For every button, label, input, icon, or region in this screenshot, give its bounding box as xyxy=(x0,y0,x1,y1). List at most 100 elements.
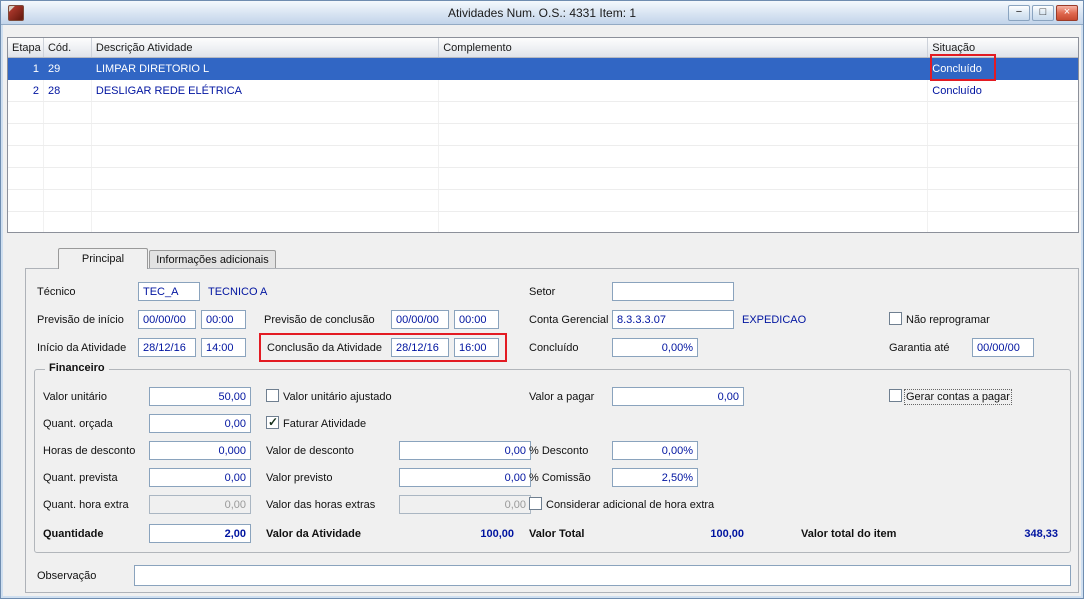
quant-orcada-field[interactable]: 0,00 xyxy=(149,414,251,433)
table-row[interactable]: 2 28 DESLIGAR REDE ELÉTRICA Concluído xyxy=(8,80,1078,102)
quant-orcada-label: Quant. orçada xyxy=(43,418,113,430)
quant-hora-extra-label: Quant. hora extra xyxy=(43,499,129,511)
valor-total-label: Valor Total xyxy=(529,528,585,540)
nao-reprogramar-label: Não reprogramar xyxy=(906,314,990,326)
valor-previsto-label: Valor previsto xyxy=(266,472,333,484)
cell-descricao: DESLIGAR REDE ELÉTRICA xyxy=(92,80,440,101)
table-row-empty[interactable] xyxy=(8,124,1078,146)
setor-label: Setor xyxy=(529,286,556,298)
cell-descricao: LIMPAR DIRETORIO L xyxy=(95,63,210,75)
cell-complemento xyxy=(439,80,929,101)
title-bar[interactable]: Atividades Num. O.S.: 4331 Item: 1 − □ × xyxy=(1,1,1083,25)
quantidade-field[interactable]: 2,00 xyxy=(149,524,251,543)
conta-gerencial-description: EXPEDICAO xyxy=(742,314,807,326)
cell-situacao: Concluído xyxy=(932,85,982,97)
tecnico-field[interactable]: TEC_A xyxy=(138,282,200,301)
previsao-inicio-time-field[interactable]: 00:00 xyxy=(201,310,246,329)
gerar-contas-a-pagar-label: Gerar contas a pagar xyxy=(904,389,1012,405)
garantia-ate-label: Garantia até xyxy=(889,342,950,354)
conclusao-atividade-label: Conclusão da Atividade xyxy=(267,342,382,354)
quant-prevista-field[interactable]: 0,00 xyxy=(149,468,251,487)
previsao-conclusao-date-field[interactable]: 00/00/00 xyxy=(391,310,449,329)
pct-desconto-field[interactable]: 0,00% xyxy=(612,441,698,460)
tecnico-description: TECNICO A xyxy=(208,286,268,298)
valor-desconto-label: Valor de desconto xyxy=(266,445,354,457)
previsao-inicio-date-field[interactable]: 00/00/00 xyxy=(138,310,196,329)
table-row-empty[interactable] xyxy=(8,146,1078,168)
minimize-button[interactable]: − xyxy=(1008,5,1030,21)
nao-reprogramar-checkbox[interactable] xyxy=(889,312,902,325)
gerar-contas-a-pagar-checkbox[interactable] xyxy=(889,389,902,402)
column-header-cod[interactable]: Cód. xyxy=(44,38,92,57)
table-row-empty[interactable] xyxy=(8,190,1078,212)
quant-prevista-label: Quant. prevista xyxy=(43,472,118,484)
column-header-complemento[interactable]: Complemento xyxy=(439,38,929,57)
valor-horas-extras-field: 0,00 xyxy=(399,495,531,514)
valor-a-pagar-label: Valor a pagar xyxy=(529,391,595,403)
valor-unitario-ajustado-checkbox[interactable] xyxy=(266,389,279,402)
previsao-inicio-label: Previsão de início xyxy=(37,314,124,326)
concluido-label: Concluído xyxy=(529,342,579,354)
cell-etapa: 1 xyxy=(32,63,39,75)
valor-da-atividade-label: Valor da Atividade xyxy=(266,528,361,540)
garantia-ate-field[interactable]: 00/00/00 xyxy=(972,338,1034,357)
setor-field[interactable] xyxy=(612,282,734,301)
faturar-atividade-label: Faturar Atividade xyxy=(283,418,367,430)
valor-a-pagar-field[interactable]: 0,00 xyxy=(612,387,744,406)
considerar-adicional-label: Considerar adicional de hora extra xyxy=(546,499,715,511)
column-header-situacao[interactable]: Situação xyxy=(928,38,1078,57)
horas-desconto-field[interactable]: 0,000 xyxy=(149,441,251,460)
tecnico-label: Técnico xyxy=(37,286,76,298)
valor-horas-extras-label: Valor das horas extras xyxy=(266,499,376,511)
considerar-adicional-checkbox[interactable] xyxy=(529,497,542,510)
window-controls: − □ × xyxy=(1008,5,1078,21)
observacao-label: Observação xyxy=(37,570,97,582)
cell-cod: 29 xyxy=(47,63,61,75)
table-row-empty[interactable] xyxy=(8,102,1078,124)
table-row-empty[interactable] xyxy=(8,212,1078,232)
valor-da-atividade-value: 100,00 xyxy=(480,528,514,540)
grid-header: Etapa Cód. Descrição Atividade Complemen… xyxy=(8,38,1078,58)
previsao-conclusao-label: Previsão de conclusão xyxy=(264,314,375,326)
close-button[interactable]: × xyxy=(1056,5,1078,21)
financeiro-legend: Financeiro xyxy=(45,362,109,374)
cell-situacao: Concluído xyxy=(932,63,982,75)
pct-desconto-label: % Desconto xyxy=(529,445,589,457)
concluido-field[interactable]: 0,00% xyxy=(612,338,698,357)
maximize-button[interactable]: □ xyxy=(1032,5,1054,21)
cell-etapa: 2 xyxy=(8,80,44,101)
horas-desconto-label: Horas de desconto xyxy=(43,445,136,457)
table-row-empty[interactable] xyxy=(8,168,1078,190)
valor-total-do-item-label: Valor total do item xyxy=(801,528,897,540)
window-title: Atividades Num. O.S.: 4331 Item: 1 xyxy=(447,6,637,20)
conta-gerencial-field[interactable]: 8.3.3.3.07 xyxy=(612,310,734,329)
pct-comissao-label: % Comissão xyxy=(529,472,591,484)
column-header-descricao[interactable]: Descrição Atividade xyxy=(92,38,440,57)
quantidade-label: Quantidade xyxy=(43,528,104,540)
valor-desconto-field[interactable]: 0,00 xyxy=(399,441,531,460)
inicio-atividade-date-field[interactable]: 28/12/16 xyxy=(138,338,196,357)
valor-previsto-field[interactable]: 0,00 xyxy=(399,468,531,487)
quant-hora-extra-field: 0,00 xyxy=(149,495,251,514)
tab-principal[interactable]: Principal xyxy=(58,248,148,269)
cell-complemento xyxy=(439,58,928,79)
activities-grid: Etapa Cód. Descrição Atividade Complemen… xyxy=(7,37,1079,233)
valor-total-do-item-value: 348,33 xyxy=(1024,528,1058,540)
valor-unitario-label: Valor unitário xyxy=(43,391,107,403)
column-header-etapa[interactable]: Etapa xyxy=(8,38,44,57)
observacao-field[interactable] xyxy=(134,565,1071,586)
faturar-atividade-checkbox[interactable] xyxy=(266,415,279,429)
conta-gerencial-label: Conta Gerencial xyxy=(529,314,609,326)
inicio-atividade-time-field[interactable]: 14:00 xyxy=(201,338,246,357)
cell-cod: 28 xyxy=(44,80,92,101)
tab-informacoes-adicionais[interactable]: Informações adicionais xyxy=(149,250,276,268)
valor-unitario-field[interactable]: 50,00 xyxy=(149,387,251,406)
previsao-conclusao-time-field[interactable]: 00:00 xyxy=(454,310,499,329)
app-window: Atividades Num. O.S.: 4331 Item: 1 − □ ×… xyxy=(0,0,1084,599)
conclusao-atividade-date-field[interactable]: 28/12/16 xyxy=(391,338,449,357)
pct-comissao-field[interactable]: 2,50% xyxy=(612,468,698,487)
table-row[interactable]: 1 29 LIMPAR DIRETORIO L Concluído xyxy=(8,58,1078,80)
conclusao-atividade-time-field[interactable]: 16:00 xyxy=(454,338,499,357)
valor-unitario-ajustado-label: Valor unitário ajustado xyxy=(283,391,392,403)
valor-total-value: 100,00 xyxy=(710,528,744,540)
